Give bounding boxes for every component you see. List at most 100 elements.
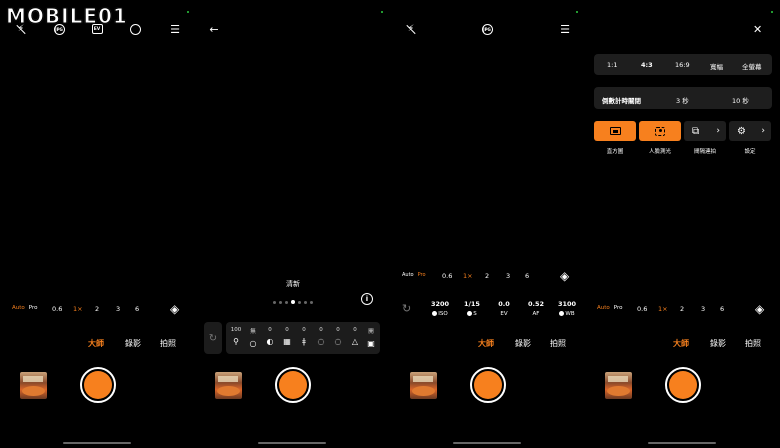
timer-off[interactable]: 倒數計時關閉 <box>602 95 641 105</box>
ratio-1-1[interactable]: 1:1 <box>607 61 617 69</box>
jpg-format-button[interactable]: JPG <box>52 22 66 36</box>
reset-icon[interactable]: ↻ <box>402 302 411 315</box>
auto-toggle[interactable]: Auto <box>597 305 610 311</box>
pro-toggle[interactable]: Pro <box>418 272 426 278</box>
info-icon[interactable]: i <box>361 293 373 305</box>
zoom-6[interactable]: 6 <box>525 272 529 280</box>
rotate-icon: ↻ <box>208 332 218 344</box>
dashed-circle-icon[interactable]: ◌ <box>313 338 329 346</box>
close-button[interactable]: ✕ <box>753 23 762 36</box>
mode-video[interactable]: 錄影 <box>515 338 531 349</box>
timer-3s[interactable]: 3 秒 <box>676 95 689 105</box>
zoom-0-6[interactable]: 0.6 <box>52 305 62 313</box>
zoom-row: Auto Pro <box>12 305 38 311</box>
mode-master[interactable]: 大師 <box>673 338 689 349</box>
circle-icon[interactable]: ○ <box>245 340 261 348</box>
zoom-6[interactable]: 6 <box>720 305 724 313</box>
zoom-1x[interactable]: 1× <box>658 305 668 313</box>
jpg-icon: JPG <box>481 23 493 35</box>
mode-master[interactable]: 大師 <box>478 338 494 349</box>
back-button[interactable]: ← <box>207 22 221 36</box>
wb-setting[interactable]: 3100 WB <box>554 300 580 317</box>
shutter-button[interactable] <box>275 367 311 403</box>
mode-video[interactable]: 錄影 <box>710 338 726 349</box>
zoom-2[interactable]: 2 <box>95 305 99 313</box>
zoom-1x[interactable]: 1× <box>73 305 83 313</box>
auto-toggle[interactable]: Auto <box>402 272 414 278</box>
zoom-2[interactable]: 2 <box>485 272 489 280</box>
ratio-16-9[interactable]: 16:9 <box>675 61 690 69</box>
zoom-1x[interactable]: 1× <box>463 272 473 280</box>
layers-icon[interactable]: ◈ <box>560 269 569 283</box>
back-icon: ← <box>209 22 219 36</box>
ev-icon: EV <box>91 24 103 34</box>
filter-pager <box>273 300 313 304</box>
ratio-fullscreen[interactable]: 全螢幕 <box>742 61 762 71</box>
mode-photo[interactable]: 拍照 <box>745 338 761 349</box>
ev-button[interactable]: EV <box>90 22 104 36</box>
camera-screen-4: ✕ 1:1 4:3 16:9 寬幅 全螢幕 倒數計時關閉 3 秒 10 秒 ⧉ … <box>585 0 780 448</box>
zoom-0-6[interactable]: 0.6 <box>637 305 647 313</box>
mode-master[interactable]: 大師 <box>88 338 104 349</box>
timer-10s[interactable]: 10 秒 <box>732 95 749 105</box>
gallery-thumbnail[interactable] <box>605 372 632 399</box>
layers-icon[interactable]: ◈ <box>170 302 179 316</box>
contrast-icon[interactable]: ◐ <box>262 338 278 346</box>
menu-button[interactable]: ☰ <box>168 22 182 36</box>
histogram-button[interactable] <box>594 121 636 141</box>
status-dot <box>771 11 773 13</box>
auto-toggle[interactable]: Auto <box>12 305 25 311</box>
grid-icon[interactable]: ▦ <box>279 338 295 346</box>
mode-photo[interactable]: 拍照 <box>160 338 176 349</box>
pro-toggle[interactable]: Pro <box>614 305 623 311</box>
vignette-icon[interactable]: ▣ <box>363 340 379 348</box>
menu-icon: ☰ <box>170 22 180 36</box>
jpg-format-button[interactable]: JPG <box>480 22 494 36</box>
flash-off-icon[interactable]: ⚡ <box>404 22 418 36</box>
settings-button[interactable]: ⚙ › <box>729 121 771 141</box>
shutter-button[interactable] <box>665 367 701 403</box>
hdr-icon <box>129 23 141 35</box>
home-indicator <box>453 442 521 444</box>
zoom-0-6[interactable]: 0.6 <box>442 272 452 280</box>
thermometer-icon[interactable]: ǂ <box>296 338 312 346</box>
menu-icon: ☰ <box>560 22 570 36</box>
menu-button[interactable]: ☰ <box>558 22 572 36</box>
gallery-thumbnail[interactable] <box>20 372 47 399</box>
triangle-icon[interactable]: △ <box>347 338 363 346</box>
close-icon: ✕ <box>753 23 763 36</box>
hdr-button[interactable] <box>128 22 142 36</box>
zoom-3[interactable]: 3 <box>506 272 510 280</box>
status-dot <box>381 11 383 13</box>
gallery-thumbnail[interactable] <box>215 372 242 399</box>
home-indicator <box>258 442 326 444</box>
face-metering-button[interactable] <box>639 121 681 141</box>
filter-value-vignette: 開 <box>368 329 374 335</box>
face-scan-icon <box>655 126 665 136</box>
shutter-button[interactable] <box>80 367 116 403</box>
zoom-3[interactable]: 3 <box>116 305 120 313</box>
ratio-4-3[interactable]: 4:3 <box>641 61 653 69</box>
shutter-button[interactable] <box>470 367 506 403</box>
filter-value-7: 0 <box>336 327 340 333</box>
layers-icon[interactable]: ◈ <box>755 302 764 316</box>
ev-setting[interactable]: 0.0 EV <box>491 300 517 317</box>
zoom-2[interactable]: 2 <box>680 305 684 313</box>
gallery-thumbnail[interactable] <box>410 372 437 399</box>
dashed-ring-icon[interactable]: ◌ <box>330 338 346 346</box>
af-setting[interactable]: 0.52 AF <box>523 300 549 317</box>
filter-reset-button[interactable]: ↻ <box>204 322 222 354</box>
mode-photo[interactable]: 拍照 <box>550 338 566 349</box>
zoom-6[interactable]: 6 <box>135 305 139 313</box>
mode-video[interactable]: 錄影 <box>125 338 141 349</box>
shutter-speed-setting[interactable]: 1/15 S <box>459 300 485 317</box>
iso-setting[interactable]: 3200 ISO <box>427 300 453 317</box>
ratio-wide[interactable]: 寬幅 <box>710 61 723 71</box>
pro-toggle[interactable]: Pro <box>29 305 38 311</box>
zoom-3[interactable]: 3 <box>701 305 705 313</box>
flash-off-icon[interactable]: ⚡ <box>14 22 28 36</box>
chevron-right-icon: › <box>761 126 765 136</box>
filter-value-style: 無 <box>250 329 256 335</box>
drop-icon[interactable]: ⚲ <box>228 338 244 346</box>
interval-shooting-button[interactable]: ⧉ › <box>684 121 726 141</box>
